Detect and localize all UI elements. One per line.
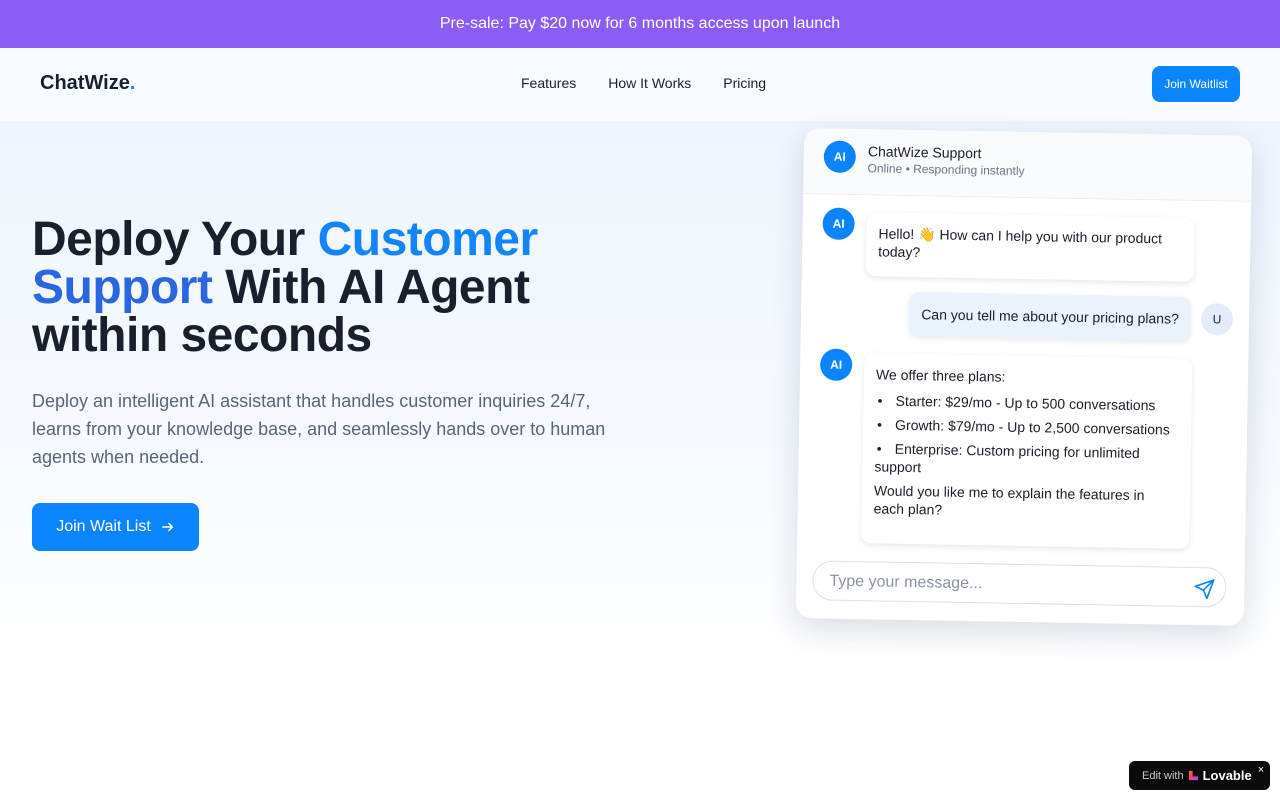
message-input[interactable] [829, 570, 1170, 599]
nav-link-features[interactable]: Features [521, 75, 576, 91]
chat-header: AI ChatWize Support Online • Responding … [803, 128, 1253, 202]
edit-with-lovable-badge[interactable]: Edit with Lovable [1129, 761, 1270, 790]
pricing-intro: We offer three plans: [875, 366, 1006, 385]
pricing-plan-item: Starter: $29/mo - Up to 500 conversation… [875, 391, 1179, 414]
user-avatar: U [1200, 303, 1234, 336]
badge-edit-text: Edit with [1142, 769, 1184, 782]
ai-message-text: Hello! 👋 How can I help you with our pro… [878, 225, 1163, 261]
pricing-plan-item: Enterprise: Custom pricing for unlimited… [874, 439, 1179, 480]
ai-avatar: AI [822, 207, 855, 241]
headline-part-1: Deploy Your [32, 213, 318, 266]
chat-title: ChatWize Support [867, 143, 982, 162]
hero-headline: Deploy Your Customer Support With AI Agen… [32, 216, 592, 360]
logo-dot: . [129, 72, 136, 94]
message-composer [812, 560, 1227, 608]
headline-accent-1: Customer [317, 213, 539, 266]
ai-message-bubble: Hello! 👋 How can I help you with our pro… [865, 212, 1195, 282]
pricing-plan-item: Growth: $79/mo - Up to 2,500 conversatio… [875, 415, 1179, 438]
pricing-plan-list: Starter: $29/mo - Up to 500 conversation… [874, 391, 1179, 480]
nav-link-pricing[interactable]: Pricing [723, 75, 766, 91]
arrow-right-icon [161, 522, 173, 532]
join-wait-list-button[interactable]: Join Wait List [32, 503, 199, 551]
presale-banner: Pre-sale: Pay $20 now for 6 months acces… [0, 0, 1280, 48]
join-waitlist-button[interactable]: Join Waitlist [1152, 66, 1240, 102]
nav-link-how-it-works[interactable]: How It Works [608, 75, 691, 91]
lovable-heart-icon [1188, 770, 1198, 781]
cta-label: Join Wait List [56, 518, 151, 535]
pricing-outro: Would you like me to explain the feature… [873, 482, 1145, 518]
headline-accent-2: Support [32, 261, 213, 314]
user-message-text: Can you tell me about your pricing plans… [921, 306, 1179, 327]
chat-widget: AI ChatWize Support Online • Responding … [795, 128, 1253, 626]
navbar: ChatWize. Features How It Works Pricing … [0, 48, 1280, 121]
chat-status: Online • Responding instantly [867, 161, 1025, 178]
nav-links: Features How It Works Pricing [521, 75, 766, 91]
logo-text: ChatWize [40, 72, 130, 94]
badge-brand: Lovable [1202, 768, 1252, 783]
close-icon[interactable]: × [1255, 764, 1267, 776]
user-message-bubble: Can you tell me about your pricing plans… [908, 291, 1192, 341]
send-icon[interactable] [1193, 578, 1215, 600]
ai-avatar: AI [823, 140, 857, 174]
logo[interactable]: ChatWize. [40, 72, 135, 95]
ai-avatar: AI [819, 348, 853, 381]
ai-pricing-bubble: We offer three plans: Starter: $29/mo - … [861, 353, 1193, 549]
banner-text: Pre-sale: Pay $20 now for 6 months acces… [439, 15, 841, 32]
hero-subtext: Deploy an intelligent AI assistant that … [32, 391, 606, 467]
